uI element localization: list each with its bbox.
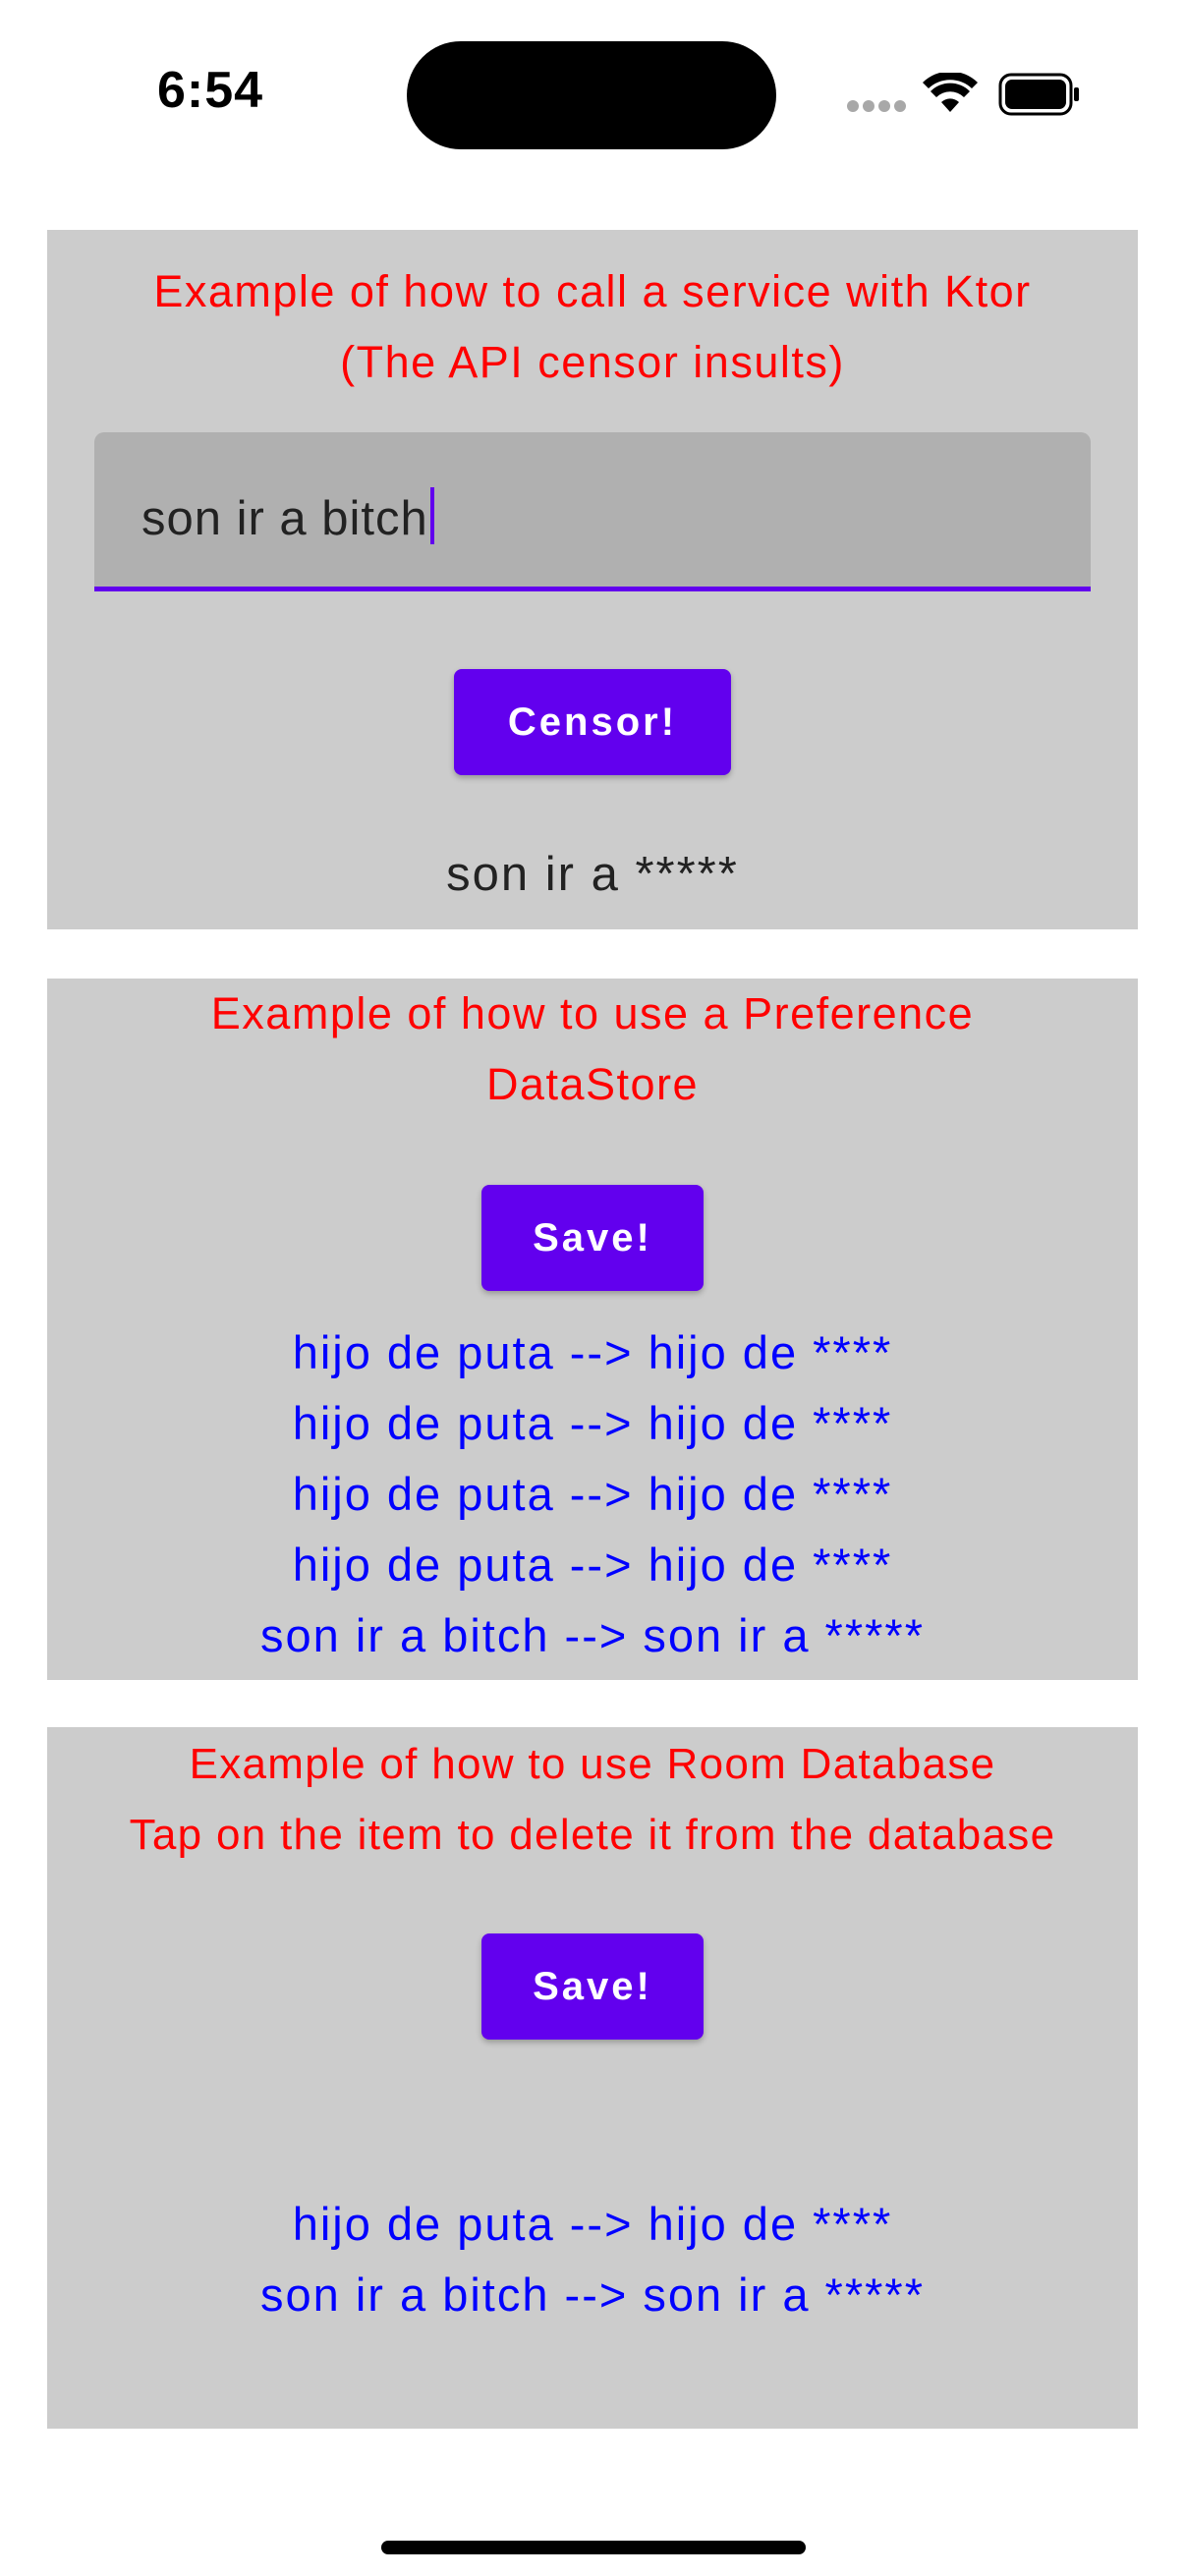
datastore-list-item: hijo de puta --> hijo de ****: [292, 1468, 893, 1520]
room-list-item[interactable]: son ir a bitch --> son ir a *****: [47, 2260, 1138, 2330]
room-list-item[interactable]: hijo de puta --> hijo de ****: [47, 2189, 1138, 2260]
ktor-section-title: Example of how to call a service with Kt…: [153, 266, 1032, 387]
status-bar: 6:54: [0, 0, 1185, 196]
datastore-save-button[interactable]: Save!: [481, 1185, 704, 1291]
insult-input-value: son ir a bitch: [141, 487, 434, 546]
datastore-section: Example of how to use a Preference DataS…: [47, 979, 1138, 1680]
text-caret: [429, 487, 434, 544]
censor-button[interactable]: Censor!: [454, 669, 731, 775]
room-list: hijo de puta --> hijo de **** son ir a b…: [47, 2189, 1138, 2330]
datastore-list-item: son ir a bitch --> son ir a *****: [260, 1609, 925, 1661]
datastore-list-item: hijo de puta --> hijo de ****: [292, 1397, 893, 1449]
cellular-signal-icon: [847, 96, 908, 112]
datastore-list-item: hijo de puta --> hijo de ****: [292, 1539, 893, 1591]
datastore-list-item: hijo de puta --> hijo de ****: [292, 1326, 893, 1378]
room-section: Example of how to use Room Database Tap …: [47, 1727, 1138, 2429]
home-indicator[interactable]: [381, 2541, 806, 2554]
room-section-title: Example of how to use Room Database Tap …: [129, 1740, 1056, 1859]
censor-result: son ir a *****: [446, 848, 739, 901]
wifi-icon: [923, 73, 978, 112]
battery-icon: [998, 73, 1079, 116]
insult-input-field[interactable]: son ir a bitch: [94, 432, 1091, 591]
status-time: 6:54: [157, 62, 264, 119]
datastore-section-title: Example of how to use a Preference DataS…: [210, 988, 975, 1109]
room-save-button[interactable]: Save!: [481, 1933, 704, 2040]
datastore-list: hijo de puta --> hijo de **** hijo de pu…: [47, 1317, 1138, 1671]
dynamic-island: [407, 41, 776, 149]
ktor-section: Example of how to call a service with Kt…: [47, 230, 1138, 929]
